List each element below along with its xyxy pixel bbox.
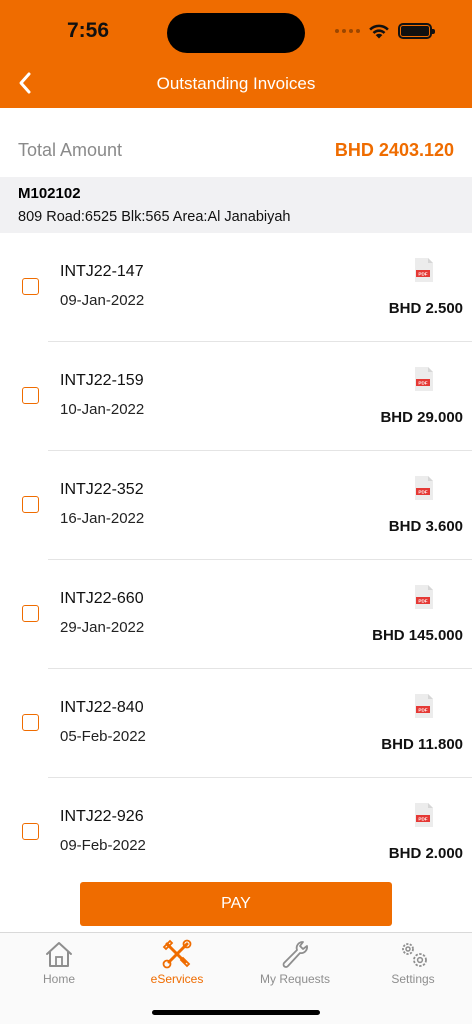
invoice-date: 09-Feb-2022	[60, 837, 146, 854]
invoice-checkbox[interactable]	[22, 714, 39, 731]
tab-my-requests-label: My Requests	[259, 972, 331, 986]
battery-icon	[398, 23, 435, 39]
invoice-date: 09-Jan-2022	[60, 292, 145, 309]
pay-button[interactable]: PAY	[80, 882, 392, 926]
tab-eservices[interactable]: eServices	[118, 933, 236, 993]
invoice-checkbox[interactable]	[22, 387, 39, 404]
home-indicator	[152, 1010, 320, 1015]
invoice-date: 05-Feb-2022	[60, 728, 146, 745]
tab-bar: Home eServices My Requests Settings	[0, 932, 472, 1024]
pdf-icon[interactable]: PDF	[414, 584, 434, 610]
invoice-number: INTJ22-840	[60, 699, 144, 716]
tab-settings-label: Settings	[391, 972, 435, 986]
total-amount-label: Total Amount	[18, 140, 123, 160]
tab-home-label: Home	[42, 972, 75, 986]
status-icons	[335, 23, 435, 39]
invoice-row: INTJ22-147 09-Jan-2022 PDF BHD 2.500	[0, 233, 472, 342]
invoice-list: INTJ22-147 09-Jan-2022 PDF BHD 2.500 INT…	[0, 233, 472, 887]
invoice-row: INTJ22-159 10-Jan-2022 PDF BHD 29.000	[0, 342, 472, 451]
app-header: 7:56 Outstanding Invoices	[0, 0, 472, 108]
gears-icon	[396, 938, 430, 970]
total-amount-row: Total Amount BHD 2403.120	[0, 128, 472, 174]
pdf-icon[interactable]: PDF	[414, 475, 434, 501]
account-address: 809 Road:6525 Blk:565 Area:Al Janabiyah	[18, 209, 291, 225]
home-icon	[42, 938, 76, 970]
account-id: M102102	[18, 185, 81, 202]
tools-icon	[160, 938, 194, 970]
pdf-icon[interactable]: PDF	[414, 802, 434, 828]
svg-text:PDF: PDF	[418, 271, 427, 276]
svg-text:PDF: PDF	[418, 489, 427, 494]
wrench-icon	[278, 938, 312, 970]
invoice-row: INTJ22-660 29-Jan-2022 PDF BHD 145.000	[0, 560, 472, 669]
tab-my-requests[interactable]: My Requests	[236, 933, 354, 993]
invoice-amount: BHD 3.600	[388, 518, 463, 535]
invoice-checkbox[interactable]	[22, 496, 39, 513]
invoice-date: 29-Jan-2022	[60, 619, 145, 636]
invoice-amount: BHD 29.000	[380, 409, 463, 426]
invoice-checkbox[interactable]	[22, 278, 39, 295]
tab-eservices-label: eServices	[150, 972, 204, 986]
tab-home[interactable]: Home	[0, 933, 118, 993]
dynamic-island	[167, 13, 305, 53]
pdf-icon[interactable]: PDF	[414, 257, 434, 283]
invoice-number: INTJ22-147	[60, 263, 144, 280]
status-time: 7:56	[67, 19, 110, 42]
svg-text:PDF: PDF	[418, 380, 427, 385]
total-amount-value: BHD 2403.120	[334, 140, 454, 160]
invoice-amount: BHD 2.500	[388, 300, 463, 317]
cellular-signal-icon	[335, 29, 360, 33]
invoice-checkbox[interactable]	[22, 823, 39, 840]
invoice-row: INTJ22-352 16-Jan-2022 PDF BHD 3.600	[0, 451, 472, 560]
svg-text:PDF: PDF	[418, 707, 427, 712]
invoice-date: 16-Jan-2022	[60, 510, 145, 527]
invoice-date: 10-Jan-2022	[60, 401, 145, 418]
invoice-amount: BHD 145.000	[372, 627, 463, 644]
pdf-icon[interactable]: PDF	[414, 693, 434, 719]
invoice-checkbox[interactable]	[22, 605, 39, 622]
page-title: Outstanding Invoices	[156, 74, 316, 93]
account-info: M102102 809 Road:6525 Blk:565 Area:Al Ja…	[0, 177, 472, 233]
invoice-number: INTJ22-660	[60, 590, 144, 607]
invoice-row: INTJ22-840 05-Feb-2022 PDF BHD 11.800	[0, 669, 472, 778]
svg-text:PDF: PDF	[418, 816, 427, 821]
invoice-number: INTJ22-352	[60, 481, 144, 498]
invoice-row: INTJ22-926 09-Feb-2022 PDF BHD 2.000	[0, 778, 472, 887]
invoice-amount: BHD 2.000	[388, 845, 463, 862]
svg-text:PDF: PDF	[418, 598, 427, 603]
invoice-number: INTJ22-159	[60, 372, 144, 389]
invoice-amount: BHD 11.800	[381, 736, 463, 753]
wifi-icon	[369, 24, 389, 39]
pdf-icon[interactable]: PDF	[414, 366, 434, 392]
tab-settings[interactable]: Settings	[354, 933, 472, 993]
invoice-number: INTJ22-926	[60, 808, 144, 825]
